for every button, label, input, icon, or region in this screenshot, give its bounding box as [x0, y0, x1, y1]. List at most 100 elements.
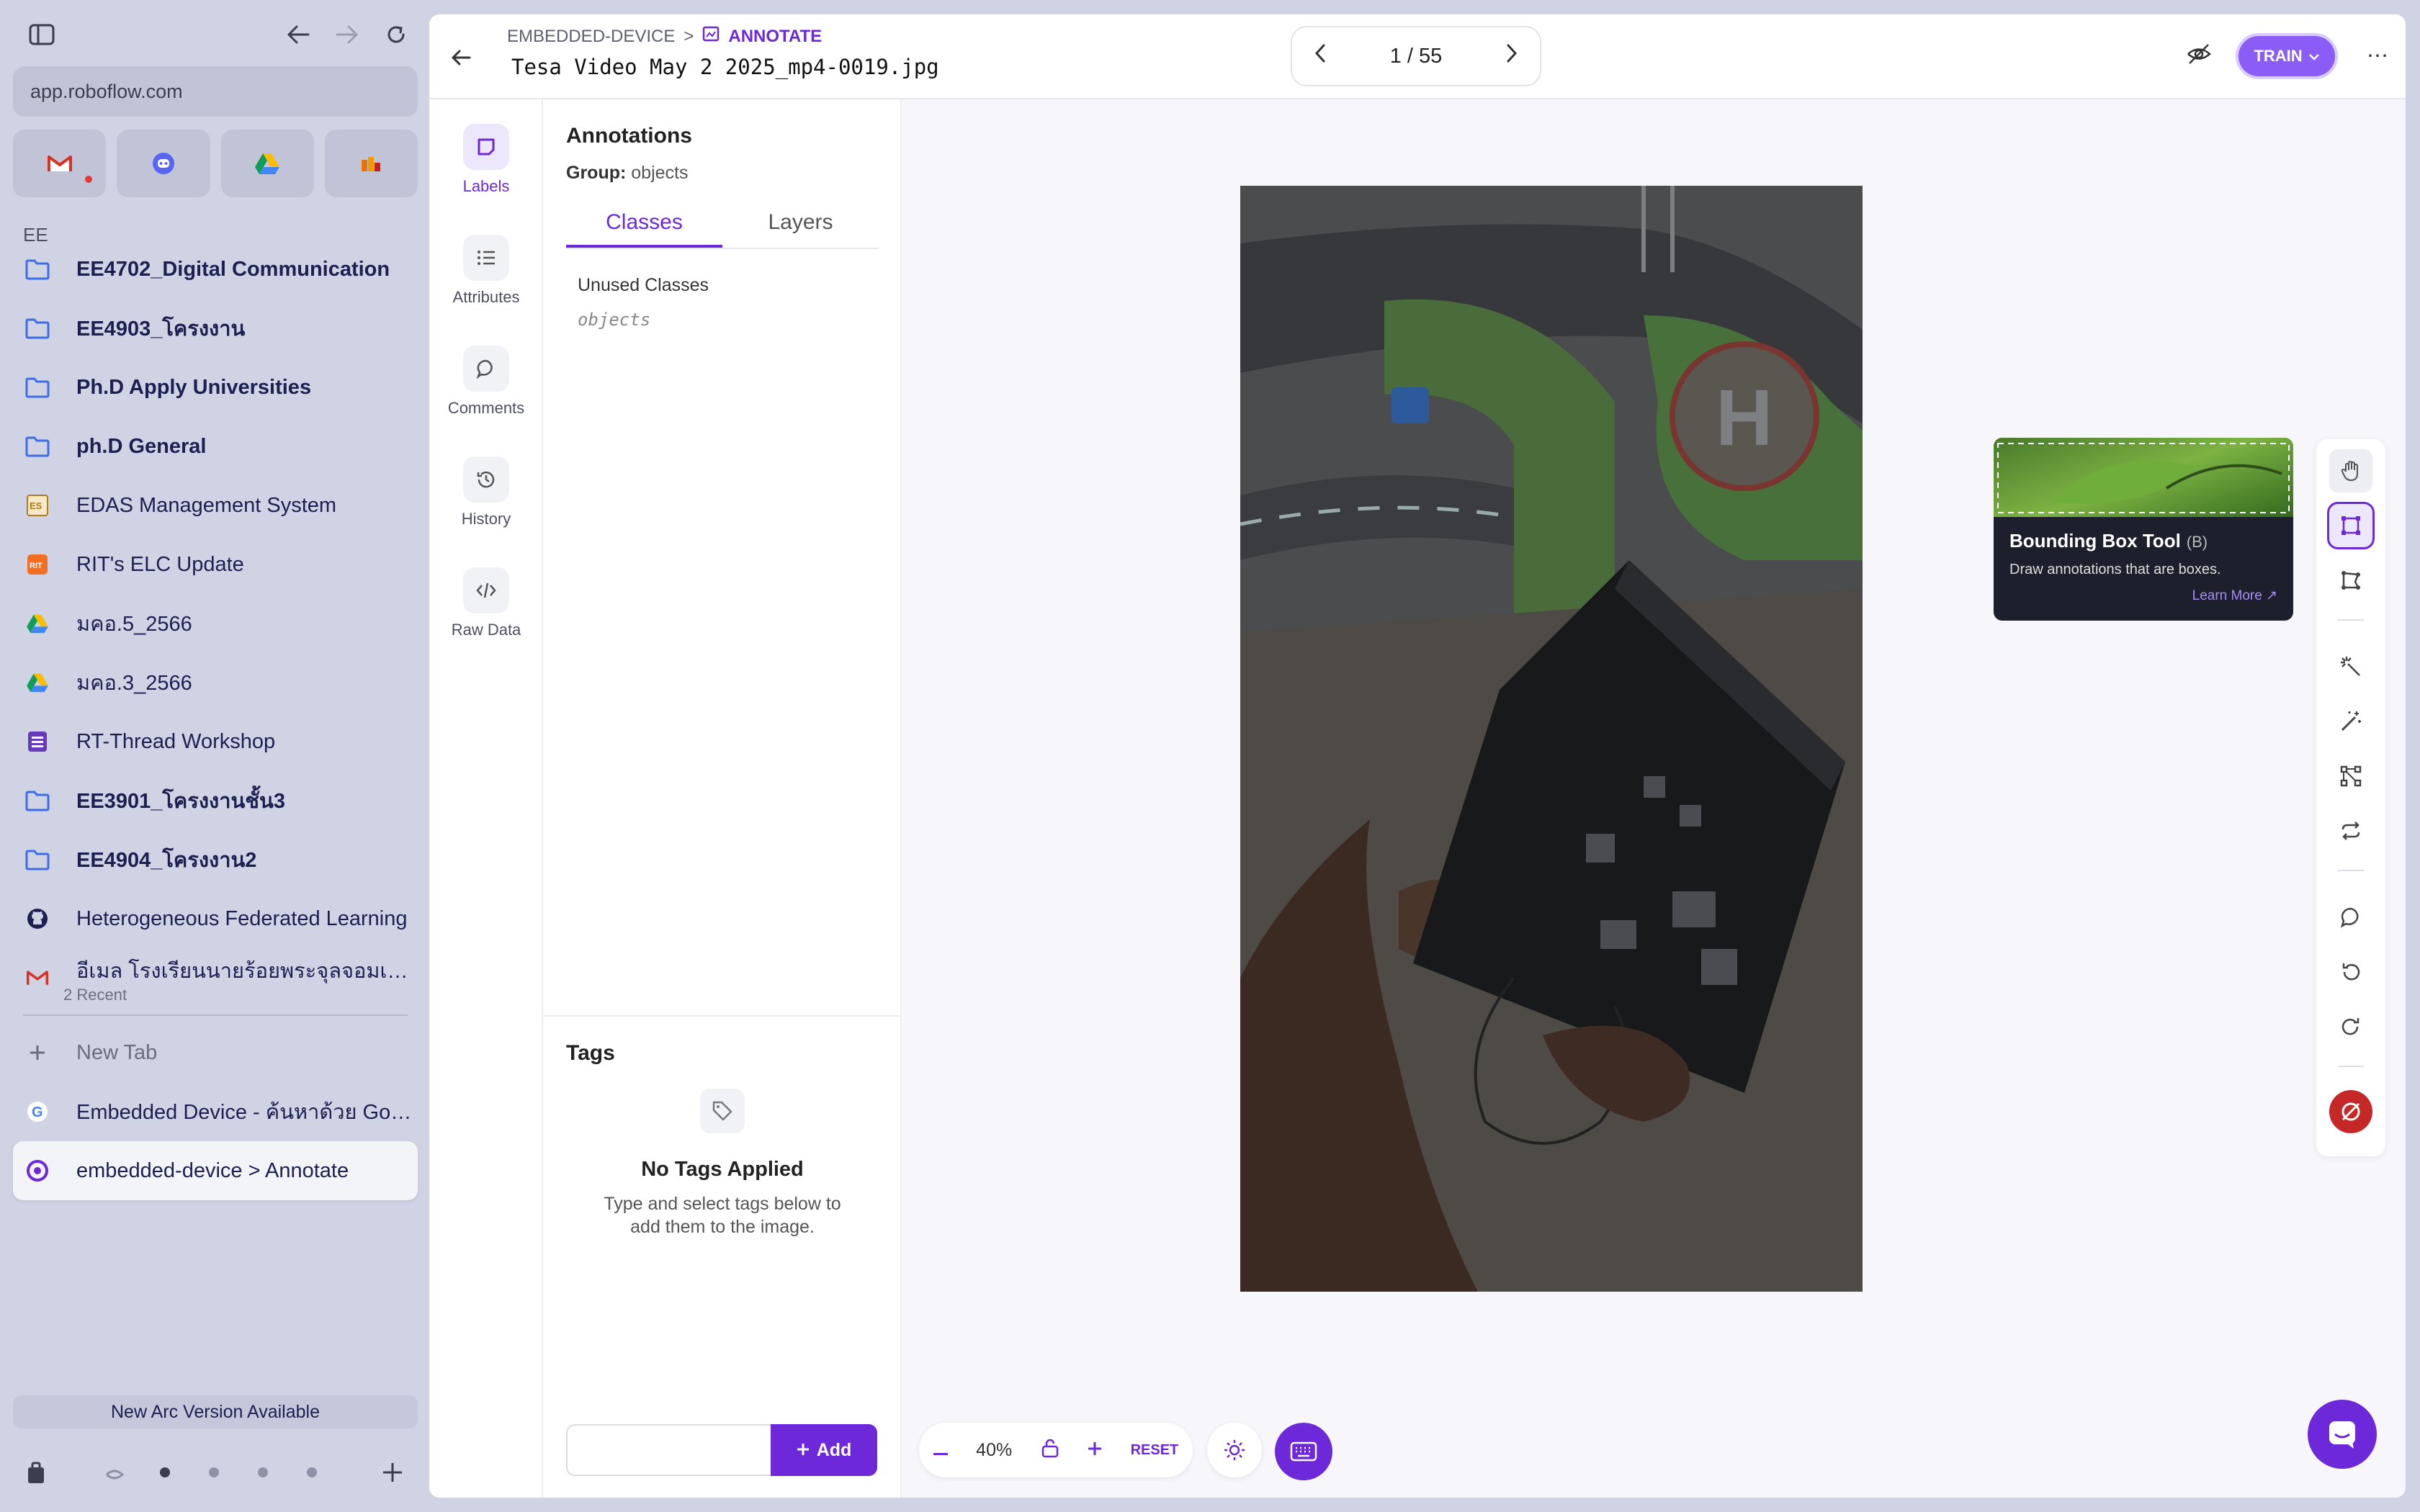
prev-image-icon[interactable]	[1314, 43, 1327, 69]
tab-list: EE4702_Digital Communication EE4903_โครง…	[13, 240, 418, 1200]
reload-icon[interactable]	[380, 19, 412, 50]
sidebar-tab[interactable]: RT-Thread Workshop	[13, 712, 418, 771]
sidebar-tab[interactable]: G Embedded Device - ค้นหาด้วย Goo...	[13, 1082, 418, 1141]
sidebar-toggle-icon[interactable]	[26, 19, 58, 50]
sidebar-tab[interactable]: EE4702_Digital Communication	[13, 240, 418, 299]
next-image-icon[interactable]	[1505, 43, 1518, 69]
annotations-panel: Annotations Group: objects Classes Layer…	[543, 99, 902, 1498]
list-icon	[463, 235, 509, 281]
train-button[interactable]: TRAIN	[2238, 36, 2335, 76]
tab-layers[interactable]: Layers	[722, 204, 879, 248]
sidebar-tab[interactable]: RIT RIT's ELC Update	[13, 535, 418, 594]
breadcrumb-project[interactable]: EMBEDDED-DEVICE	[507, 27, 675, 47]
back-arrow-icon[interactable]	[282, 19, 314, 50]
more-options-icon[interactable]: ⋯	[2367, 43, 2390, 68]
bounding-box-tool-icon[interactable]	[2327, 502, 2375, 549]
sidebar-tab[interactable]: มคอ.3_2566	[13, 653, 418, 712]
support-chat-icon[interactable]	[2308, 1400, 2377, 1469]
sidebar-tab[interactable]: ES EDAS Management System	[13, 476, 418, 535]
tool-palette	[2316, 439, 2385, 1156]
image-to-annotate[interactable]: H	[1240, 186, 1863, 1292]
annotate-icon	[702, 26, 720, 47]
space-dot-icon[interactable]	[105, 1467, 125, 1485]
pan-tool-icon[interactable]	[2329, 449, 2372, 492]
pinned-app[interactable]	[324, 130, 418, 197]
rail-labels[interactable]: Labels	[429, 124, 543, 196]
space-dot[interactable]	[209, 1467, 219, 1477]
plus-icon	[797, 1440, 810, 1461]
tool-divider	[2338, 870, 2364, 871]
tag-input[interactable]	[566, 1424, 772, 1476]
learn-more-link[interactable]: Learn More ↗	[2192, 588, 2277, 604]
sidebar-tab[interactable]: อีเมล โรงเรียนนายร้อยพระจุลจอมเกล้า 2 Re…	[13, 948, 418, 1007]
comment-icon	[463, 346, 509, 392]
no-tags-description: Type and select tags below to add them t…	[604, 1194, 841, 1237]
repeat-previous-icon[interactable]	[2329, 809, 2372, 852]
space-dot[interactable]	[160, 1467, 170, 1477]
zoom-in-icon[interactable]	[1088, 1440, 1102, 1461]
comment-icon[interactable]	[2329, 896, 2372, 939]
tab-subtitle: 2 Recent	[63, 986, 127, 1004]
folder-icon	[24, 788, 50, 814]
rail-raw-data[interactable]: Raw Data	[429, 567, 543, 639]
pinned-discord[interactable]	[117, 130, 210, 197]
sidebar-tab[interactable]: Heterogeneous Federated Learning	[13, 889, 418, 948]
tags-title: Tags	[566, 1041, 615, 1065]
keypoint-tool-icon[interactable]	[2329, 755, 2372, 798]
plus-icon	[24, 1040, 50, 1066]
add-tag-button[interactable]: Add	[771, 1424, 877, 1476]
new-tab-button[interactable]: New Tab	[13, 1023, 418, 1082]
tab-classes[interactable]: Classes	[566, 204, 722, 248]
sidebar-tab[interactable]: ph.D General	[13, 417, 418, 476]
pinned-gmail[interactable]	[13, 130, 107, 197]
sidebar-toolbar	[26, 16, 415, 52]
hide-annotations-icon[interactable]	[2187, 43, 2211, 68]
tag-icon	[700, 1089, 745, 1133]
archive-icon[interactable]	[26, 1462, 46, 1488]
back-arrow-icon[interactable]	[447, 43, 475, 72]
image-pager: 1 / 55	[1291, 26, 1541, 86]
rail-history[interactable]: History	[429, 456, 543, 528]
smart-select-icon[interactable]	[2329, 645, 2372, 688]
panel-title: Annotations	[566, 124, 692, 148]
sidebar-tab[interactable]: EE4904_โครงงาน2	[13, 830, 418, 889]
zoom-out-icon[interactable]	[933, 1440, 948, 1461]
forward-arrow-icon[interactable]	[331, 19, 363, 50]
null-annotation-icon[interactable]	[2329, 1090, 2372, 1133]
sidebar-tab[interactable]: Ph.D Apply Universities	[13, 358, 418, 417]
tooltip-title: Bounding Box Tool (B)	[2009, 530, 2208, 552]
notification-dot	[85, 176, 92, 183]
drive-icon	[24, 611, 50, 636]
rail-attributes[interactable]: Attributes	[429, 235, 543, 307]
redo-icon[interactable]	[2329, 1005, 2372, 1048]
sidebar-tab-active[interactable]: embedded-device > Annotate	[13, 1141, 418, 1200]
browser-sidebar: app.roboflow.com EE EE4702_Digital Commu…	[0, 0, 429, 1512]
annotation-canvas[interactable]: H Bounding Box Tool (B) Draw annotations…	[902, 99, 2406, 1498]
rail-comments[interactable]: Comments	[429, 346, 543, 418]
class-item[interactable]: objects	[578, 310, 650, 330]
edas-icon: ES	[24, 492, 50, 518]
add-space-icon[interactable]	[382, 1462, 403, 1487]
zoom-controls: 40% RESET	[919, 1423, 1193, 1477]
reset-zoom-button[interactable]: RESET	[1131, 1442, 1179, 1459]
space-dot[interactable]	[307, 1467, 317, 1477]
lock-icon[interactable]	[1041, 1438, 1059, 1463]
brightness-icon[interactable]	[1207, 1423, 1262, 1477]
drive-icon	[24, 670, 50, 696]
sidebar-tab[interactable]: EE4903_โครงงาน	[13, 299, 418, 358]
sidebar-tab[interactable]: มคอ.5_2566	[13, 594, 418, 653]
update-banner[interactable]: New Arc Version Available	[13, 1395, 418, 1428]
svg-text:G: G	[32, 1104, 43, 1120]
space-dot[interactable]	[258, 1467, 268, 1477]
sidebar-tab[interactable]: EE3901_โครงงานชั้น3	[13, 771, 418, 830]
keyboard-shortcuts-icon[interactable]	[1275, 1423, 1332, 1480]
polygon-tool-icon[interactable]	[2329, 559, 2372, 602]
app-window: EMBEDDED-DEVICE > ANNOTATE Tesa Video Ma…	[429, 14, 2406, 1498]
undo-icon[interactable]	[2329, 950, 2372, 994]
pinned-drive[interactable]	[220, 130, 314, 197]
breadcrumb-separator: >	[684, 26, 694, 46]
tooltip-description: Draw annotations that are boxes.	[2009, 562, 2221, 577]
url-bar[interactable]: app.roboflow.com	[13, 66, 418, 117]
unused-classes-title: Unused Classes	[578, 275, 709, 295]
magic-wand-icon[interactable]	[2329, 700, 2372, 743]
